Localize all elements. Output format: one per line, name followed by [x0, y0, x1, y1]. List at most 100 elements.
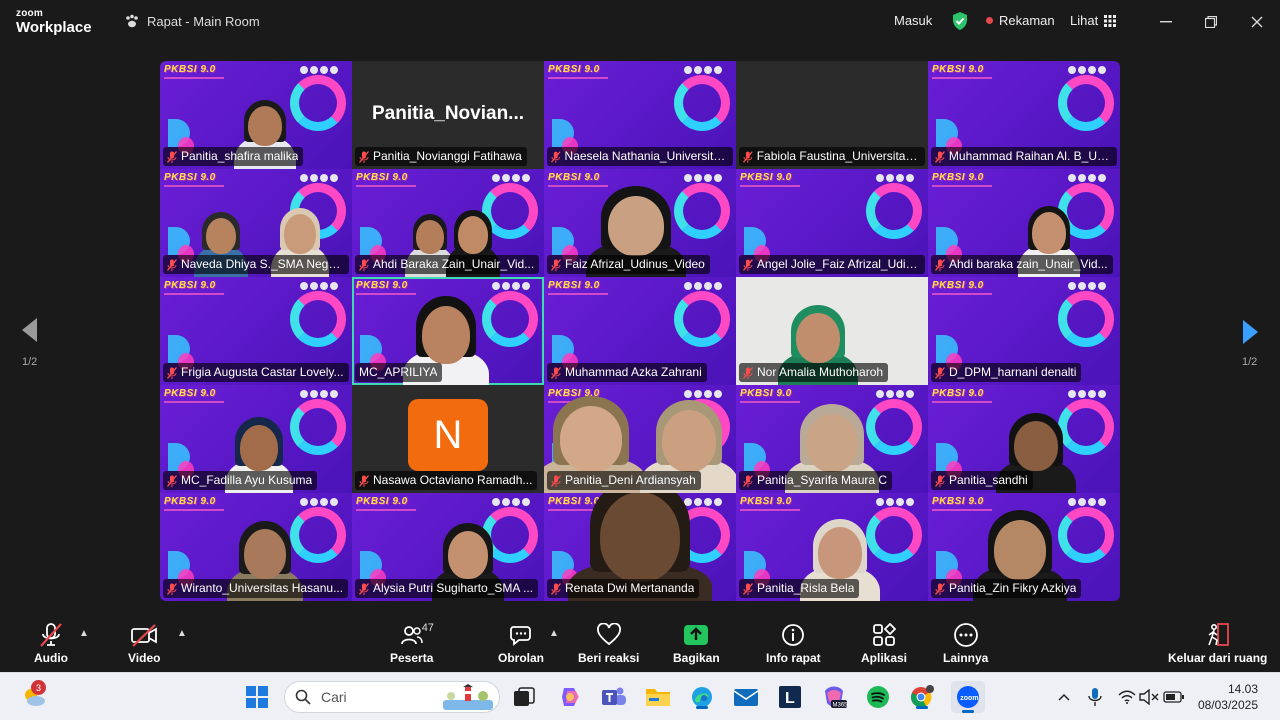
participant-name-label: Naesela Nathania_Universitas...: [547, 147, 733, 166]
video-tile[interactable]: PKBSI 9.0 Wiranto_Universitas Hasanu...: [160, 493, 352, 601]
video-tile[interactable]: Fabiola Faustina_Universitas ...: [736, 61, 928, 169]
info-icon: [781, 622, 805, 648]
show-hidden-icons-chevron-icon[interactable]: [1050, 683, 1078, 711]
video-tile[interactable]: PKBSI 9.0 Alysia Putri Sugiharto_SMA ...: [352, 493, 544, 601]
video-tile[interactable]: PKBSI 9.0 Renata Dwi Mertananda: [544, 493, 736, 601]
speaker-muted-icon[interactable]: [1135, 683, 1163, 711]
participant-name-label: Panitia_Zin Fikry Azkiya: [931, 579, 1082, 598]
restore-icon[interactable]: [1199, 10, 1223, 34]
muted-mic-icon: [935, 474, 945, 487]
participants-button[interactable]: 47 Peserta: [390, 622, 434, 665]
virtual-background-logo: PKBSI 9.0: [548, 172, 600, 183]
previous-page-arrow-icon[interactable]: [14, 315, 44, 345]
spotify-icon[interactable]: [864, 683, 892, 711]
participant-name: Naesela Nathania_Universitas...: [564, 149, 728, 163]
video-tile[interactable]: PKBSI 9.0 Faiz Afrizal_Udinus_Video: [544, 169, 736, 277]
recording-indicator[interactable]: Rekaman: [986, 13, 1055, 28]
video-tile[interactable]: PKBSI 9.0 Frigia Augusta Castar Lovely...: [160, 277, 352, 385]
virtual-background-logo: PKBSI 9.0: [932, 64, 984, 75]
video-options-chevron-icon[interactable]: ▲: [177, 628, 187, 639]
close-icon[interactable]: [1245, 10, 1269, 34]
reactions-button[interactable]: Beri reaksi: [578, 622, 639, 665]
meeting-title[interactable]: Rapat - Main Room: [124, 13, 260, 29]
signin-button[interactable]: Masuk: [894, 13, 932, 28]
video-tile[interactable]: PKBSI 9.0 Naveda Dhiya S._SMA Nege...: [160, 169, 352, 277]
apps-icon: [872, 622, 897, 648]
participant-name-label: Panitia_shafira malika: [163, 147, 304, 166]
page-indicator-left: 1/2: [22, 356, 38, 368]
task-view-icon[interactable]: [510, 683, 538, 711]
video-tile[interactable]: PKBSI 9.0 Panitia_Risla Bela: [736, 493, 928, 601]
muted-mic-icon: [38, 622, 64, 648]
leave-room-icon: [1205, 622, 1231, 648]
video-tile[interactable]: PKBSI 9.0 MC_APRILIYA: [352, 277, 544, 385]
active-app-indicator: [696, 706, 708, 709]
file-explorer-icon[interactable]: [644, 683, 672, 711]
copilot-icon[interactable]: [556, 683, 584, 711]
virtual-background-decoration: [164, 509, 224, 511]
next-page-arrow-icon[interactable]: [1236, 317, 1266, 347]
virtual-background-decoration: [356, 293, 416, 295]
video-button[interactable]: Video: [128, 622, 160, 665]
virtual-background-decoration: [1068, 390, 1106, 398]
participant-name-label: Muhammad Azka Zahrani: [547, 363, 707, 382]
virtual-background-decoration: [932, 401, 992, 403]
video-tile[interactable]: PKBSI 9.0 Panitia_Zin Fikry Azkiya: [928, 493, 1120, 601]
video-tile[interactable]: PKBSI 9.0 Ahdi Baraka Zain_Unair_Vid...: [352, 169, 544, 277]
video-tile[interactable]: PKBSI 9.0 Angel Jolie_Faiz Afrizal_Udin..…: [736, 169, 928, 277]
more-label: Lainnya: [943, 651, 989, 665]
video-tile[interactable]: PKBSI 9.0 Muhammad Azka Zahrani: [544, 277, 736, 385]
participant-avatar: N: [408, 399, 488, 471]
microphone-tray-icon[interactable]: [1081, 683, 1109, 711]
chat-options-chevron-icon[interactable]: ▲: [549, 628, 559, 639]
chrome-icon[interactable]: [908, 683, 936, 711]
security-shield-icon[interactable]: [951, 11, 969, 31]
video-tile[interactable]: PKBSI 9.0 Muhammad Raihan Al. B_Un...: [928, 61, 1120, 169]
battery-icon[interactable]: [1160, 683, 1188, 711]
video-tile[interactable]: PKBSI 9.0 Panitia_Deni Ardiansyah: [544, 385, 736, 493]
leave-room-button[interactable]: Keluar dari ruang: [1168, 622, 1267, 665]
virtual-background-decoration: [300, 282, 338, 290]
minimize-icon[interactable]: [1154, 10, 1178, 34]
video-tile[interactable]: PKBSI 9.0 Naesela Nathania_Universitas...: [544, 61, 736, 169]
audio-button[interactable]: Audio: [34, 622, 68, 665]
muted-mic-icon: [359, 582, 369, 595]
participant-name: Nasawa Octaviano Ramadh...: [373, 473, 533, 487]
taskbar-clock[interactable]: 14.03 08/03/2025: [1198, 681, 1258, 713]
view-button[interactable]: Lihat: [1070, 13, 1117, 28]
participant-name-label: Alysia Putri Sugiharto_SMA ...: [355, 579, 539, 598]
zoom-taskbar-icon[interactable]: zoom: [951, 681, 985, 713]
video-tile[interactable]: Panitia_Novian... Panitia_Novianggi Fatih…: [352, 61, 544, 169]
video-tile[interactable]: PKBSI 9.0 Ahdi baraka zain_Unair_Vid...: [928, 169, 1120, 277]
video-tile[interactable]: PKBSI 9.0 Panitia_Syarifa Maura C: [736, 385, 928, 493]
video-tile[interactable]: Nor Amalia Muthoharoh: [736, 277, 928, 385]
more-button[interactable]: Lainnya: [943, 622, 988, 665]
video-tile[interactable]: PKBSI 9.0 Panitia_shafira malika: [160, 61, 352, 169]
apps-button[interactable]: Aplikasi: [861, 622, 907, 665]
chat-button[interactable]: Obrolan: [498, 622, 544, 665]
mail-icon[interactable]: [732, 683, 760, 711]
windows-start-icon[interactable]: [243, 683, 271, 711]
participant-name: Muhammad Raihan Al. B_Un...: [948, 149, 1112, 163]
virtual-background-decoration: [300, 498, 338, 506]
meeting-info-button[interactable]: Info rapat: [766, 622, 821, 665]
video-label: Video: [128, 651, 161, 665]
recording-dot-icon: [986, 17, 993, 24]
l-app-icon[interactable]: L: [776, 683, 804, 711]
video-tile[interactable]: N Nasawa Octaviano Ramadh...: [352, 385, 544, 493]
edge-browser-icon[interactable]: [688, 683, 716, 711]
participant-name-label: Fabiola Faustina_Universitas ...: [739, 147, 925, 166]
microsoft-365-icon[interactable]: M365: [820, 683, 848, 711]
participant-name: Panitia_Syarifa Maura C: [757, 473, 888, 487]
video-tile[interactable]: PKBSI 9.0 D_DPM_harnani denalti: [928, 277, 1120, 385]
participant-name-label: Frigia Augusta Castar Lovely...: [163, 363, 349, 382]
participant-name: Frigia Augusta Castar Lovely...: [181, 365, 344, 379]
participant-name: Ahdi baraka zain_Unair_Vid...: [949, 257, 1108, 271]
video-tile[interactable]: PKBSI 9.0 Panitia_sandhi: [928, 385, 1120, 493]
video-tile[interactable]: PKBSI 9.0 MC_Fadilla Ayu Kusuma: [160, 385, 352, 493]
participant-name: MC_APRILIYA: [359, 365, 438, 379]
taskbar-search-box[interactable]: Cari: [284, 681, 500, 713]
audio-options-chevron-icon[interactable]: ▲: [79, 628, 89, 639]
share-screen-button[interactable]: Bagikan: [673, 622, 720, 665]
teams-icon[interactable]: [600, 683, 628, 711]
